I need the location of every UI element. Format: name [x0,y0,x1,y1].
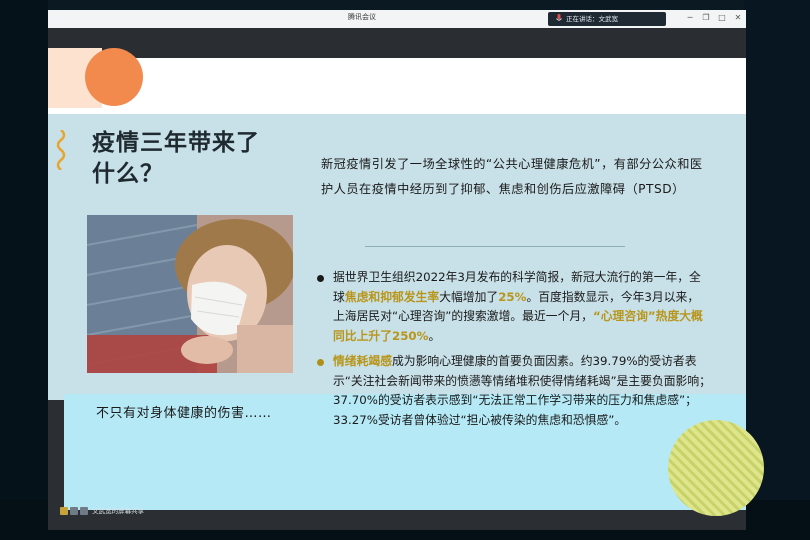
slide-header-band [48,58,746,114]
heading-line-1: 疫情三年带来了 [92,130,260,156]
restore-button[interactable]: ❐ [702,12,710,24]
b2-highlight-1: 情绪耗竭感 [333,354,392,368]
screen-icon [70,507,78,515]
intro-text: 新冠疫情引发了一场全球性的“公共心理健康危机”，有部分公众和医护人员在疫情中经历… [321,157,703,196]
b1-highlight-1: 焦虑和抑郁发生率 [344,289,440,304]
slide-heading: 疫情三年带来了 什么？ [92,128,260,190]
bullet-1-text: 据世界卫生组织2022年3月发布的科学简报，新冠大流行的第一年，全球焦虑和抑郁发… [333,268,707,346]
bullet-who-report: 据世界卫生组织2022年3月发布的科学简报，新冠大流行的第一年，全球焦虑和抑郁发… [317,268,707,346]
close-button[interactable]: ✕ [734,12,742,24]
speaking-label: 正在讲话：文武宽 [566,15,618,23]
mic-icon [80,507,88,515]
minimize-button[interactable]: ─ [686,12,694,24]
microphone-icon [556,14,562,21]
b1-part-2: 大幅增加了 [439,289,499,304]
decor-orange-circle [85,48,143,106]
speaking-indicator: 正在讲话：文武宽 [548,12,666,26]
background-left [0,0,48,540]
toolbar-area [48,28,746,58]
maximize-button[interactable]: □ [718,12,726,24]
screen-share-label: 文武宽的屏幕共享 [92,507,145,515]
left-caption: 不只有对身体健康的伤害…… [96,406,272,421]
window-title: 腾讯会议 [348,13,376,21]
photo-illustration [87,215,293,373]
decor-green-circle [668,420,764,516]
squiggle-decor-icon [56,130,66,170]
window-controls: ─ ❐ □ ✕ [686,12,742,24]
title-bar: 腾讯会议 正在讲话：文武宽 ─ ❐ □ ✕ [48,10,746,28]
divider-line [365,246,625,247]
b1-part-4: 。 [428,328,441,343]
masked-woman-photo [87,215,293,373]
app-icon [60,507,68,515]
bullet-emotional-exhaustion: 情绪耗竭感成为影响心理健康的首要负面因素。约39.79%的受访者表示“关注社会新… [317,352,713,430]
screen-share-bar[interactable]: 文武宽的屏幕共享 [60,504,320,518]
bullet-dot-icon [317,275,324,282]
heading-line-2: 什么？ [92,161,164,187]
bullet-dot-icon [317,359,324,366]
b1-highlight-2: 25% [498,289,527,304]
bullet-2-text: 情绪耗竭感成为影响心理健康的首要负面因素。约39.79%的受访者表示“关注社会新… [333,352,713,430]
